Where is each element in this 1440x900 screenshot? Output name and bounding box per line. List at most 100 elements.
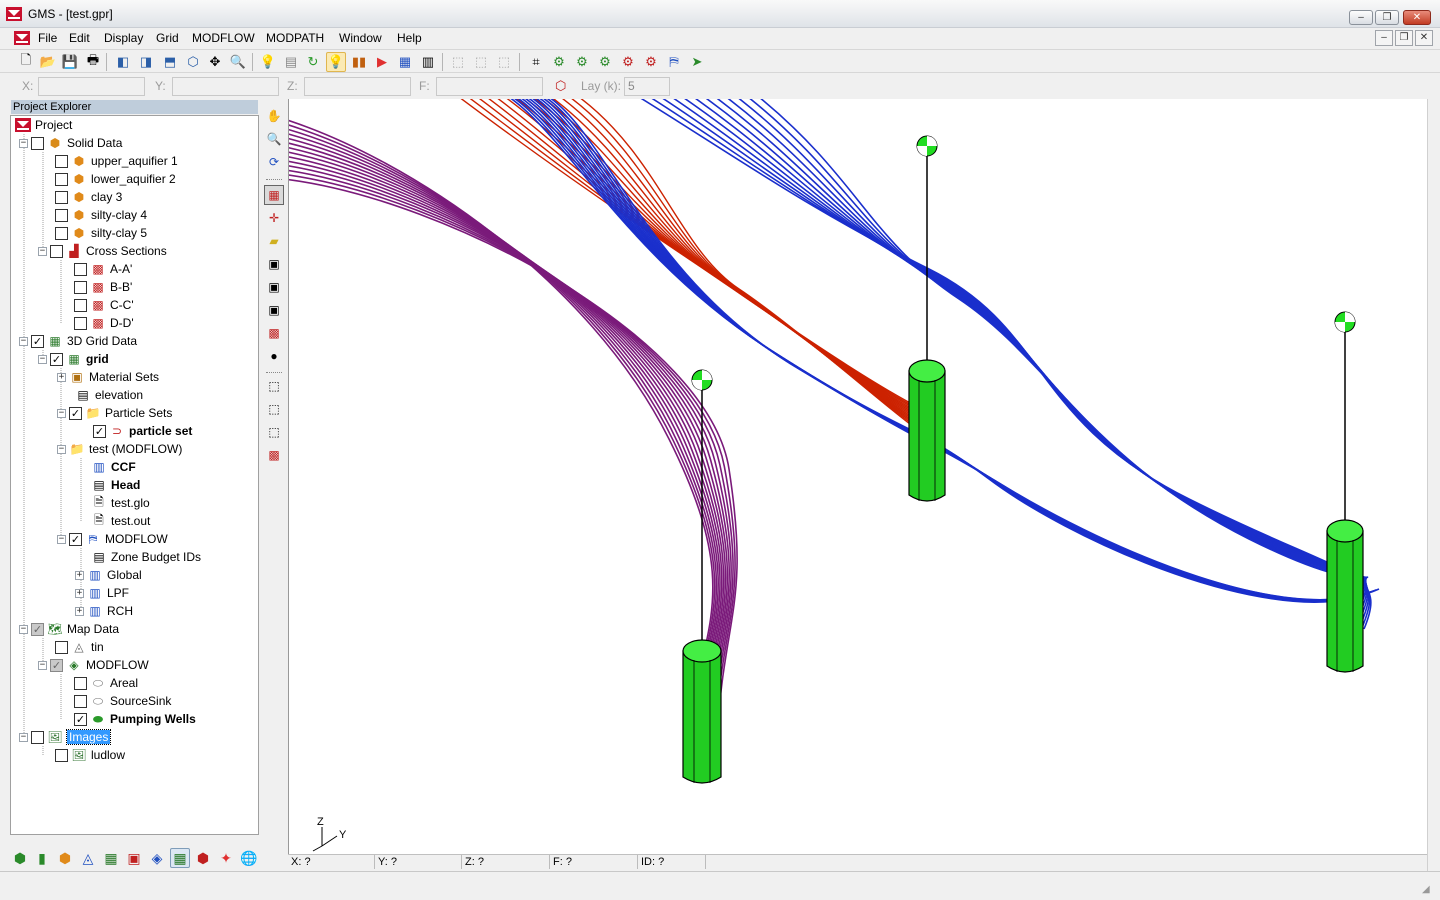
tree-node-cross-section-dd[interactable]: ▩ D-D' bbox=[74, 314, 134, 332]
select-point-tool-icon[interactable]: ✛ bbox=[264, 208, 284, 228]
display-options-icon[interactable]: 💡 bbox=[258, 52, 278, 72]
close-button[interactable]: ✕ bbox=[1403, 10, 1431, 25]
well-3[interactable] bbox=[1326, 322, 1364, 673]
well-2[interactable] bbox=[908, 146, 946, 502]
checkbox[interactable] bbox=[50, 244, 63, 258]
expand-icon[interactable]: + bbox=[75, 588, 84, 598]
tree-node-silty-clay-4[interactable]: ⬢ silty-clay 4 bbox=[55, 206, 147, 224]
checkbox[interactable] bbox=[55, 226, 68, 240]
pan-tool-icon[interactable]: ✋ bbox=[264, 106, 284, 126]
tree-node-particle-sets[interactable]: − ✓ 📁 Particle Sets bbox=[57, 404, 172, 422]
collapse-icon[interactable]: − bbox=[38, 246, 47, 256]
tree-node-pumping-wells[interactable]: ✓ ⬬ Pumping Wells bbox=[74, 710, 196, 728]
collapse-icon[interactable]: − bbox=[57, 444, 66, 454]
checkbox[interactable] bbox=[74, 280, 87, 294]
checkbox[interactable] bbox=[55, 208, 68, 222]
modflow-icon[interactable]: ⛿ bbox=[664, 52, 684, 72]
tree-node-head[interactable]: ▤ Head bbox=[91, 476, 140, 494]
x-input[interactable] bbox=[38, 77, 145, 96]
tree-node-3d-grid-data[interactable]: − ✓ ▦ 3D Grid Data bbox=[19, 332, 137, 350]
2d-grid-module-icon[interactable]: ▦ bbox=[101, 848, 121, 868]
view-top-icon[interactable]: ⬒ bbox=[160, 52, 180, 72]
view-side-icon[interactable]: ◨ bbox=[136, 52, 156, 72]
tree-node-test-out[interactable]: 🗎 test.out bbox=[91, 512, 150, 530]
2d-mesh-module-icon[interactable]: ◈ bbox=[147, 848, 167, 868]
tree-node-material-sets[interactable]: + ▣ Material Sets bbox=[57, 368, 159, 386]
checkbox[interactable] bbox=[31, 136, 44, 150]
checkbox[interactable] bbox=[55, 640, 68, 654]
checkbox[interactable] bbox=[74, 676, 87, 690]
document-icon[interactable] bbox=[14, 31, 30, 45]
menu-window[interactable]: Window bbox=[339, 31, 382, 45]
select-nodes-icon[interactable]: ⬚ bbox=[471, 52, 491, 72]
gis-module-icon[interactable]: 🌐 bbox=[239, 848, 259, 868]
flow-budget-icon[interactable]: ⌗ bbox=[526, 52, 546, 72]
rotate-tool-icon[interactable]: ⟳ bbox=[264, 152, 284, 172]
mesh-module-icon[interactable]: ⬢ bbox=[10, 848, 30, 868]
mdi-restore-button[interactable]: ❐ bbox=[1395, 30, 1413, 46]
y-input[interactable] bbox=[172, 77, 279, 96]
tree-node-silty-clay-5[interactable]: ⬢ silty-clay 5 bbox=[55, 224, 147, 242]
minimize-button[interactable]: – bbox=[1349, 10, 1373, 25]
refresh-icon[interactable]: ↻ bbox=[303, 52, 323, 72]
tree-node-cross-sections[interactable]: − ▟ Cross Sections bbox=[38, 242, 167, 260]
tree-node-areal[interactable]: ⬭ Areal bbox=[74, 674, 138, 692]
modpath-icon[interactable]: ➤ bbox=[687, 52, 707, 72]
materials-icon[interactable]: ▦ bbox=[395, 52, 415, 72]
mt3d-run-icon[interactable]: ⚙ bbox=[595, 52, 615, 72]
checkbox[interactable] bbox=[31, 730, 44, 744]
select-ij-tool-icon[interactable]: ▣ bbox=[264, 254, 284, 274]
select-ik-tool-icon[interactable]: ▣ bbox=[264, 300, 284, 320]
view-j-tool-icon[interactable]: ⬚ bbox=[264, 399, 284, 419]
tree-node-tin[interactable]: ◬ tin bbox=[55, 638, 104, 656]
tree-node-lpf[interactable]: + ▥ LPF bbox=[75, 584, 129, 602]
create-particle-tool-icon[interactable]: ● bbox=[264, 346, 284, 366]
checkbox[interactable] bbox=[74, 262, 87, 276]
save-icon[interactable]: 💾 bbox=[60, 52, 80, 72]
checkbox[interactable]: ✓ bbox=[69, 532, 82, 546]
menu-modpath[interactable]: MODPATH bbox=[266, 31, 324, 45]
tree-node-solid-data[interactable]: − ⬢ Solid Data bbox=[19, 134, 122, 152]
tree-node-map-modflow[interactable]: − ✓ ◈ MODFLOW bbox=[38, 656, 149, 674]
layer-spinner[interactable]: 5 bbox=[624, 77, 670, 96]
view-oblique-icon[interactable]: ⬡ bbox=[183, 52, 203, 72]
checkbox[interactable]: ✓ bbox=[50, 658, 63, 672]
tree-node-cross-section-aa[interactable]: ▩ A-A' bbox=[74, 260, 132, 278]
tree-node-ludlow[interactable]: 🖼 ludlow bbox=[55, 746, 125, 764]
checkbox[interactable] bbox=[55, 748, 68, 762]
menu-grid[interactable]: Grid bbox=[156, 31, 179, 45]
run-icon[interactable]: ⚙ bbox=[549, 52, 569, 72]
mdi-minimize-button[interactable]: – bbox=[1375, 30, 1393, 46]
menu-edit[interactable]: Edit bbox=[69, 31, 90, 45]
checkbox[interactable]: ✓ bbox=[50, 352, 63, 366]
view-i-tool-icon[interactable]: ⬚ bbox=[264, 376, 284, 396]
tree-node-map-data[interactable]: − ✓ 🗺 Map Data bbox=[19, 620, 119, 638]
collapse-icon[interactable]: − bbox=[19, 732, 28, 742]
select-cells-icon[interactable]: ⬚ bbox=[448, 52, 468, 72]
chart-icon[interactable]: ▮▮ bbox=[349, 52, 369, 72]
tree-node-global[interactable]: + ▥ Global bbox=[75, 566, 142, 584]
checkbox[interactable]: ✓ bbox=[93, 424, 106, 438]
create-cross-section-tool-icon[interactable]: ▩ bbox=[264, 323, 284, 343]
select-jk-tool-icon[interactable]: ▣ bbox=[264, 277, 284, 297]
solid-module-icon[interactable]: ⬢ bbox=[55, 848, 75, 868]
expand-icon[interactable]: + bbox=[75, 570, 84, 580]
select-layer-tool-icon[interactable]: ▰ bbox=[264, 231, 284, 251]
expand-icon[interactable]: + bbox=[57, 372, 66, 382]
borehole-module-icon[interactable]: ▮ bbox=[32, 848, 52, 868]
restore-button[interactable]: ❐ bbox=[1375, 10, 1399, 25]
f-input[interactable] bbox=[436, 77, 543, 96]
checkbox[interactable]: ✓ bbox=[74, 712, 87, 726]
checkbox[interactable]: ✓ bbox=[31, 622, 44, 636]
3d-grid-module-icon[interactable]: ▦ bbox=[170, 848, 190, 868]
checkbox[interactable] bbox=[74, 316, 87, 330]
tree-node-modflow[interactable]: − ✓ ⛿ MODFLOW bbox=[57, 530, 168, 548]
map-module-icon[interactable]: ✦ bbox=[216, 848, 236, 868]
tree-node-upper-aquifier[interactable]: ⬢ upper_aquifier 1 bbox=[55, 152, 178, 170]
tree-node-ccf[interactable]: ▥ CCF bbox=[91, 458, 135, 476]
cross-section-view-tool-icon[interactable]: ▩ bbox=[264, 445, 284, 465]
calculator-icon[interactable]: ▥ bbox=[418, 52, 438, 72]
menu-modflow[interactable]: MODFLOW bbox=[192, 31, 255, 45]
seam-run-icon[interactable]: ⚙ bbox=[618, 52, 638, 72]
tree-node-cross-section-bb[interactable]: ▩ B-B' bbox=[74, 278, 132, 296]
